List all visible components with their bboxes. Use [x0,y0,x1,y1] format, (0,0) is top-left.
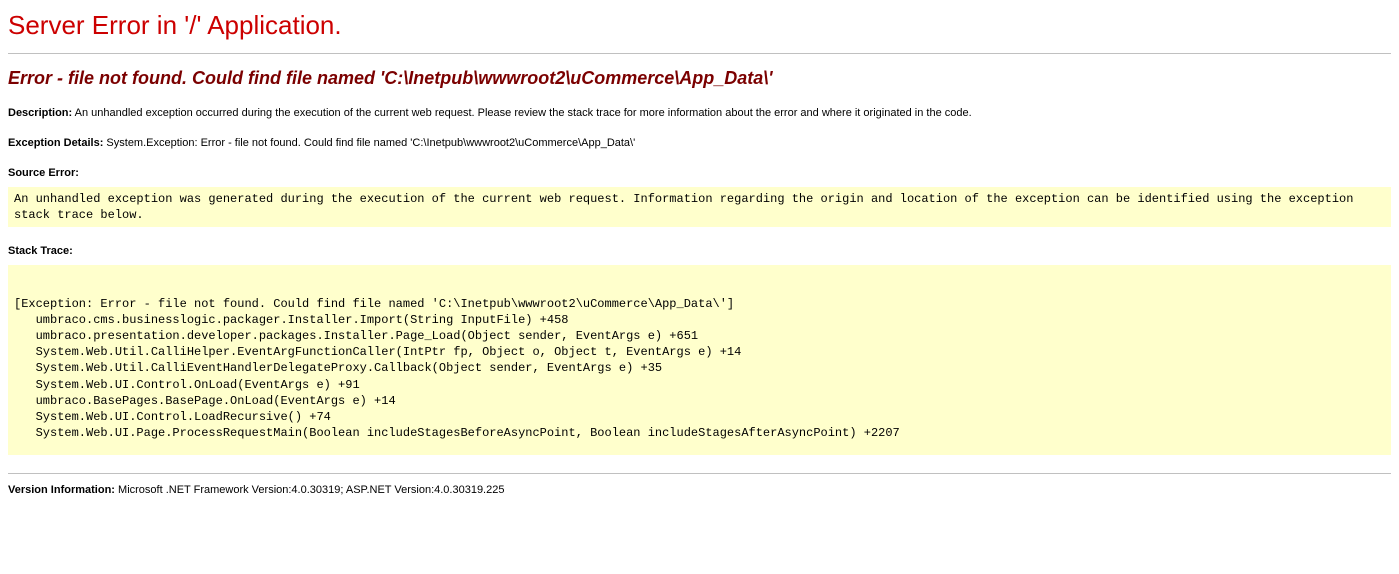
stack-trace-label: Stack Trace: [8,245,1391,257]
stack-trace-block: [Exception: Error - file not found. Coul… [8,265,1391,455]
description-text: An unhandled exception occurred during t… [75,107,972,119]
exception-line: Exception Details: System.Exception: Err… [8,137,1391,149]
title-divider [8,53,1391,54]
page-title: Server Error in '/' Application. [8,10,1391,47]
source-error-label: Source Error: [8,167,1391,179]
exception-label: Exception Details: [8,137,103,149]
error-subtitle: Error - file not found. Could find file … [8,68,1391,89]
exception-text: System.Exception: Error - file not found… [106,137,635,149]
source-error-block: An unhandled exception was generated dur… [8,187,1391,227]
version-line: Version Information: Microsoft .NET Fram… [8,484,1391,496]
description-label: Description: [8,107,72,119]
description-line: Description: An unhandled exception occu… [8,107,1391,119]
footer-divider [8,473,1391,474]
version-label: Version Information: [8,484,115,496]
version-text: Microsoft .NET Framework Version:4.0.303… [118,484,504,496]
